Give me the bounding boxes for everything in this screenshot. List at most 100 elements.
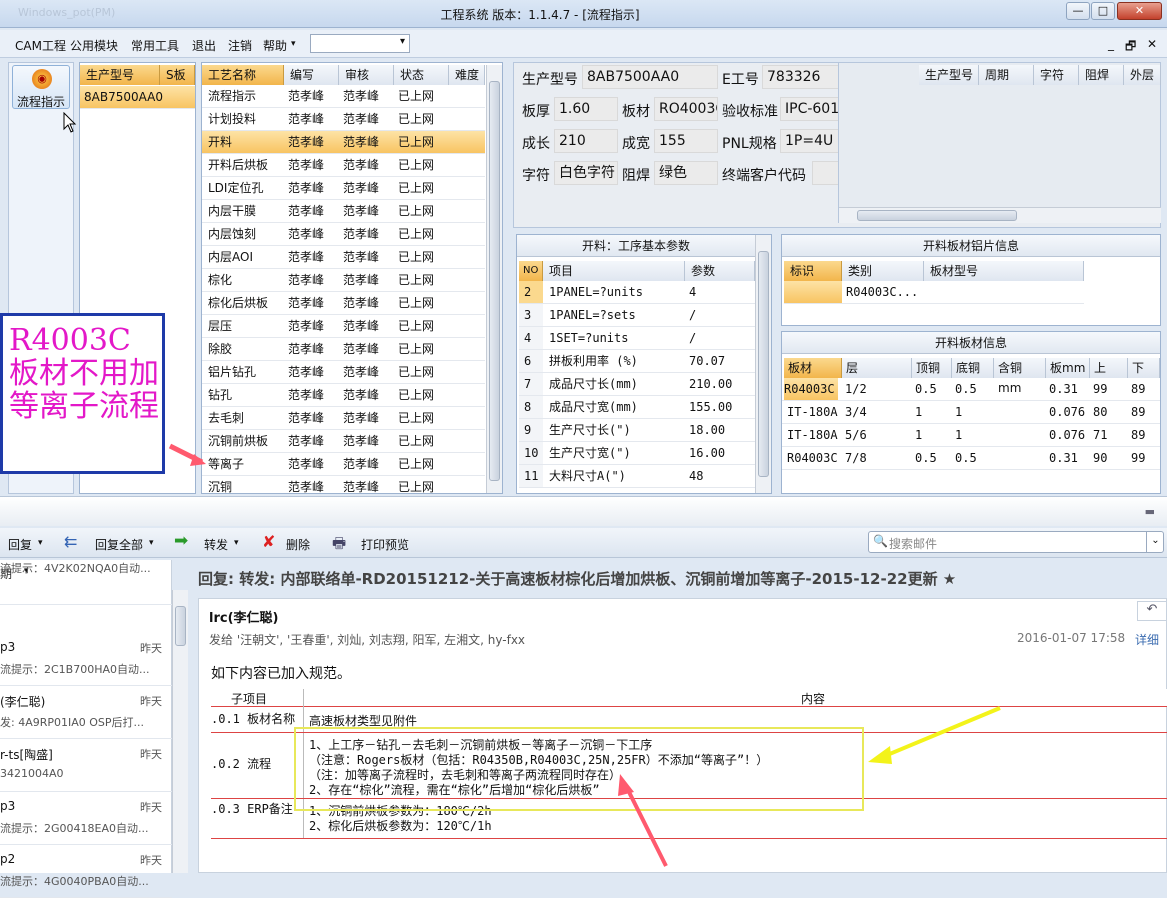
search-box[interactable]: 🔍 搜索邮件 ⌄ <box>868 531 1164 553</box>
process-row[interactable]: 钻孔 范孝峰 范孝峰 已上网 <box>202 384 485 407</box>
mail-item[interactable]: p3 昨天 流提示：2C1B700HA0自动... <box>0 633 172 686</box>
param-row[interactable]: 8 成品尺寸宽(mm) 155.00 <box>519 396 755 419</box>
params-scrollbar[interactable] <box>755 235 771 493</box>
param-row[interactable]: 9 生产尺寸长(") 18.00 <box>519 419 755 442</box>
search-dropdown-icon[interactable]: ⌄ <box>1146 531 1164 553</box>
rt-header-char[interactable]: 字符 <box>1034 65 1079 85</box>
pnl-field[interactable]: 1P=4U <box>780 129 840 153</box>
param-row[interactable]: 4 1SET=?units / <box>519 327 755 350</box>
col-header-reviewer[interactable]: 审核 <box>339 65 394 85</box>
model-row[interactable]: 8AB7500AA0 <box>80 86 195 109</box>
param-row[interactable]: 10 生产尺寸宽(") 16.00 <box>519 442 755 465</box>
param-row[interactable]: 11 大料尺寸A(") 48 <box>519 465 755 488</box>
minimize-button[interactable]: — <box>1066 2 1090 20</box>
process-row[interactable]: 开料 范孝峰 范孝峰 已上网 <box>202 131 485 154</box>
mail-item[interactable]: r-ts[陶盛] 昨天 3421004A0 <box>0 739 172 792</box>
param-row[interactable]: 6 拼板利用率 (%) 70.07 <box>519 350 755 373</box>
search-input[interactable]: 搜索邮件 <box>889 535 937 552</box>
alu-header-mat[interactable]: 板材型号 <box>924 261 1084 281</box>
mats-header-cell[interactable]: 下 <box>1128 358 1160 378</box>
rt-hscrollbar[interactable] <box>839 207 1161 223</box>
reply-all-dropdown-icon[interactable]: ▾ <box>149 538 154 548</box>
mail-item[interactable]: p3 昨天 流提示：2G00418EA0自动... <box>0 792 172 845</box>
thick-field[interactable]: 1.60 <box>554 97 618 121</box>
mats-header-cell[interactable]: 底铜 <box>952 358 994 378</box>
params-scroll-thumb[interactable] <box>758 251 769 477</box>
process-row[interactable]: 计划投料 范孝峰 范孝峰 已上网 <box>202 108 485 131</box>
mail-list-scroll-thumb[interactable] <box>175 606 186 646</box>
sender-name[interactable]: lrc(李仁聪) <box>209 607 278 626</box>
mats-header-cell[interactable]: 板材 <box>784 358 842 378</box>
process-row[interactable]: 开料后烘板 范孝峰 范孝峰 已上网 <box>202 154 485 177</box>
params-header-value[interactable]: 参数 <box>685 261 755 281</box>
rt-header-mask[interactable]: 阻焊 <box>1079 65 1124 85</box>
char-field[interactable]: 白色字符 <box>554 161 618 185</box>
rt-header-model[interactable]: 生产型号 <box>919 65 979 85</box>
process-scroll-thumb[interactable] <box>489 81 500 481</box>
col-header-author[interactable]: 编写 <box>284 65 339 85</box>
col-header-difficulty[interactable]: 难度 <box>449 65 485 85</box>
rt-header-outer[interactable]: 外层 <box>1124 65 1161 85</box>
delete-button[interactable]: 删除 <box>286 536 310 553</box>
rt-header-cycle[interactable]: 周期 <box>979 65 1034 85</box>
module-combo[interactable] <box>310 34 410 53</box>
help-dropdown-icon[interactable]: ▾ <box>291 39 296 49</box>
menu-tools[interactable]: 常用工具 <box>131 37 179 54</box>
mask-field[interactable]: 绿色 <box>654 161 718 185</box>
mats-row[interactable]: R04003C 1/2 0.5 0.5 0.31 99 89 <box>782 378 1160 401</box>
mats-row[interactable]: IT-180A 5/6 1 1 0.076 71 89 <box>782 424 1160 447</box>
mats-row[interactable]: R04003C 7/8 0.5 0.5 0.31 90 99 <box>782 447 1160 470</box>
alu-header-flag[interactable]: 标识 <box>784 261 842 281</box>
process-row[interactable]: 去毛刺 范孝峰 范孝峰 已上网 <box>202 407 485 430</box>
mats-row[interactable]: IT-180A 3/4 1 1 0.076 80 89 <box>782 401 1160 424</box>
forward-dropdown-icon[interactable]: ▾ <box>234 538 239 548</box>
alu-row[interactable]: R04003C... <box>784 281 1084 304</box>
mail-list-scrollbar[interactable] <box>172 590 188 873</box>
process-row[interactable]: 内层AOI 范孝峰 范孝峰 已上网 <box>202 246 485 269</box>
reply-arrow-icon[interactable]: ↶ <box>1137 601 1167 621</box>
mail-item[interactable]: 流提示：4V2K02NQA0自动... <box>0 552 172 605</box>
menu-exit[interactable]: 退出 <box>192 37 216 54</box>
col-header-status[interactable]: 状态 <box>394 65 449 85</box>
param-row[interactable]: 3 1PANEL=?sets / <box>519 304 755 327</box>
process-row[interactable]: 内层蚀刻 范孝峰 范孝峰 已上网 <box>202 223 485 246</box>
mdi-minimize-button[interactable]: _ <box>1108 37 1114 51</box>
process-scrollbar[interactable] <box>486 65 502 493</box>
wid-field[interactable]: 155 <box>654 129 718 153</box>
rt-hscroll-thumb[interactable] <box>857 210 1017 221</box>
col-header-process[interactable]: 工艺名称 <box>202 65 284 85</box>
menu-help[interactable]: 帮助 <box>263 37 287 54</box>
params-header-item[interactable]: 项目 <box>543 261 685 281</box>
flow-button[interactable]: ◉ 流程指示 <box>12 65 70 109</box>
mdi-close-button[interactable]: ✕ <box>1147 37 1157 51</box>
model-field[interactable]: 8AB7500AA0 <box>582 65 718 89</box>
print-preview-button[interactable]: 打印预览 <box>361 536 409 553</box>
mat-field[interactable]: RO4003C <box>654 97 718 121</box>
process-row[interactable]: 内层干膜 范孝峰 范孝峰 已上网 <box>202 200 485 223</box>
process-row[interactable]: 沉铜前烘板 范孝峰 范孝峰 已上网 <box>202 430 485 453</box>
mail-item[interactable]: (李仁聪) 昨天 发: 4A9RP01IA0 OSP后打... <box>0 686 172 739</box>
len-field[interactable]: 210 <box>554 129 618 153</box>
mats-header-cell[interactable]: 含铜mm <box>994 358 1046 395</box>
maximize-button[interactable]: □ <box>1091 2 1115 20</box>
process-row[interactable]: 除胶 范孝峰 范孝峰 已上网 <box>202 338 485 361</box>
collapse-icon[interactable]: ▬ <box>1145 505 1155 518</box>
menu-cam[interactable]: CAM工程 <box>15 37 66 54</box>
mats-header-cell[interactable]: 层 <box>842 358 912 378</box>
menu-public[interactable]: 公用模块 <box>70 37 118 54</box>
mats-header-cell[interactable]: 板mm <box>1046 358 1090 378</box>
close-button[interactable]: ✕ <box>1117 2 1162 20</box>
param-row[interactable]: 7 成品尺寸长(mm) 210.00 <box>519 373 755 396</box>
mdi-restore-button[interactable]: 🗗 <box>1125 37 1136 58</box>
detail-link[interactable]: 详细 <box>1135 631 1159 648</box>
col-header-sboard[interactable]: S板 <box>160 65 195 85</box>
cust-field[interactable] <box>812 161 840 185</box>
params-header-no[interactable]: NO <box>519 261 543 281</box>
process-row[interactable]: 流程指示 范孝峰 范孝峰 已上网 <box>202 85 485 108</box>
alu-header-type[interactable]: 类别 <box>842 261 924 281</box>
process-row[interactable]: 等离子 范孝峰 范孝峰 已上网 <box>202 453 485 476</box>
process-row[interactable]: 棕化 范孝峰 范孝峰 已上网 <box>202 269 485 292</box>
param-row[interactable]: 2 1PANEL=?units 4 <box>519 281 755 304</box>
process-row[interactable]: LDI定位孔 范孝峰 范孝峰 已上网 <box>202 177 485 200</box>
mats-header-cell[interactable]: 顶铜 <box>912 358 952 378</box>
